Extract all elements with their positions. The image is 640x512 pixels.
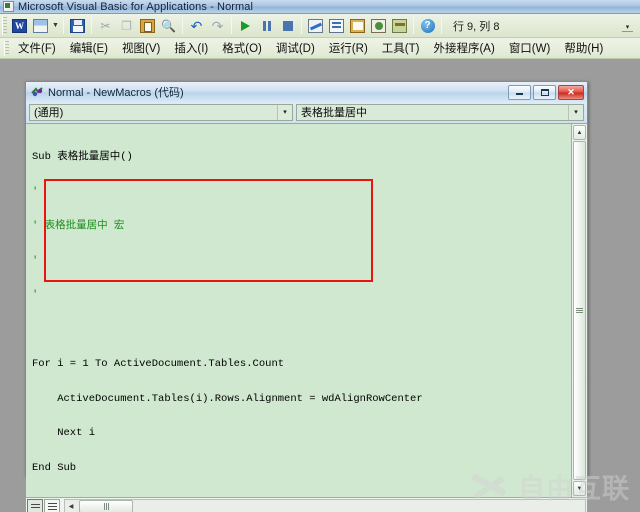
find-icon[interactable]: 🔍 — [158, 15, 179, 36]
menu-format[interactable]: 格式(O) — [215, 38, 269, 58]
toolbar-separator — [441, 17, 442, 34]
code-line: ActiveDocument.Tables(i).Rows.Alignment … — [32, 394, 571, 406]
code-window-titlebar[interactable]: Normal - NewMacros (代码) ✕ — [26, 82, 587, 102]
vertical-scrollbar-thumb[interactable] — [573, 141, 586, 480]
object-dropdown-value: (通用) — [34, 104, 63, 120]
module-icon — [31, 86, 44, 99]
toolbar-separator — [301, 17, 302, 34]
scroll-up-button[interactable]: ▲ — [573, 125, 586, 140]
code-line: Sub 表格批量居中() — [32, 152, 571, 164]
procedure-dropdown[interactable]: 表格批量居中 ▾ — [296, 104, 584, 121]
redo-icon[interactable]: ↷ — [207, 15, 228, 36]
save-icon[interactable] — [67, 15, 88, 36]
vba-app-icon — [3, 1, 14, 12]
menu-view[interactable]: 视图(V) — [115, 38, 167, 58]
copy-icon[interactable]: ❐ — [116, 15, 137, 36]
menu-window[interactable]: 窗口(W) — [502, 38, 558, 58]
code-line: ' — [32, 290, 571, 302]
menubar: 文件(F) 编辑(E) 视图(V) 插入(I) 格式(O) 调试(D) 运行(R… — [0, 38, 640, 59]
menu-run[interactable]: 运行(R) — [322, 38, 375, 58]
code-window-bottom-bar: ◀ — [26, 497, 587, 512]
menu-tools[interactable]: 工具(T) — [375, 38, 427, 58]
undo-icon[interactable]: ↶ — [186, 15, 207, 36]
vba-workspace: Normal - NewMacros (代码) ✕ (通用) ▾ 表格批量居中 … — [0, 59, 640, 512]
cut-icon[interactable]: ✂ — [95, 15, 116, 36]
stop-icon[interactable] — [277, 15, 298, 36]
code-line: For i = 1 To ActiveDocument.Tables.Count — [32, 359, 571, 371]
procedure-view-button[interactable] — [27, 499, 43, 512]
menubar-drag-handle[interactable] — [4, 41, 9, 56]
standard-toolbar: W ▼ ✂ ❐ 🔍 ↶ ↷ — [0, 14, 640, 38]
code-line — [32, 325, 571, 337]
code-line: ' — [32, 256, 571, 268]
minimize-button[interactable] — [508, 85, 531, 100]
chevron-down-icon[interactable]: ▾ — [568, 105, 583, 120]
code-window-dropdown-row: (通用) ▾ 表格批量居中 ▾ — [26, 102, 587, 123]
cursor-position-status: 行 9, 列 8 — [453, 18, 499, 34]
horizontal-scrollbar-thumb[interactable] — [79, 500, 133, 512]
code-window: Normal - NewMacros (代码) ✕ (通用) ▾ 表格批量居中 … — [25, 81, 588, 476]
code-line: End Sub — [32, 463, 571, 475]
close-button[interactable]: ✕ — [558, 85, 584, 100]
restore-button[interactable] — [533, 85, 556, 100]
toolbox-icon[interactable] — [389, 15, 410, 36]
toolbar-separator — [63, 17, 64, 34]
menu-file[interactable]: 文件(F) — [11, 38, 63, 58]
run-icon[interactable] — [235, 15, 256, 36]
toolbar-separator — [231, 17, 232, 34]
code-line: ' 表格批量居中 宏 — [32, 221, 571, 233]
code-editor-area: Sub 表格批量居中() ' ' 表格批量居中 宏 ' ' For i = 1 … — [26, 123, 587, 497]
insert-dropdown-arrow[interactable]: ▼ — [51, 15, 60, 36]
horizontal-scrollbar[interactable]: ◀ — [64, 499, 586, 512]
application-title: Microsoft Visual Basic for Applications … — [18, 1, 253, 13]
chevron-down-icon[interactable]: ▾ — [277, 105, 292, 120]
application-titlebar: Microsoft Visual Basic for Applications … — [0, 0, 640, 14]
pause-icon[interactable] — [256, 15, 277, 36]
code-window-title: Normal - NewMacros (代码) — [48, 84, 506, 100]
code-line: ' — [32, 187, 571, 199]
paste-icon[interactable] — [137, 15, 158, 36]
help-icon[interactable]: ? — [417, 15, 438, 36]
menu-insert[interactable]: 插入(I) — [167, 38, 215, 58]
menu-addins[interactable]: 外接程序(A) — [426, 38, 501, 58]
toolbar-separator — [182, 17, 183, 34]
vertical-scrollbar[interactable]: ▲ ▼ — [571, 124, 587, 497]
project-explorer-icon[interactable] — [326, 15, 347, 36]
procedure-dropdown-value: 表格批量居中 — [301, 104, 367, 120]
properties-window-icon[interactable] — [347, 15, 368, 36]
toolbar-drag-handle[interactable] — [2, 17, 7, 35]
menu-help[interactable]: 帮助(H) — [557, 38, 610, 58]
toolbar-separator — [91, 17, 92, 34]
insert-userform-icon[interactable] — [30, 15, 51, 36]
view-word-icon[interactable]: W — [9, 15, 30, 36]
toolbar-overflow-button[interactable]: ▾ — [622, 20, 633, 32]
design-mode-icon[interactable] — [305, 15, 326, 36]
code-text-editor[interactable]: Sub 表格批量居中() ' ' 表格批量居中 宏 ' ' For i = 1 … — [26, 124, 571, 497]
scroll-left-button[interactable]: ◀ — [65, 503, 77, 510]
object-dropdown[interactable]: (通用) ▾ — [29, 104, 293, 121]
menu-edit[interactable]: 编辑(E) — [63, 38, 115, 58]
full-module-view-button[interactable] — [44, 499, 60, 512]
toolbar-separator — [413, 17, 414, 34]
code-line: Next i — [32, 428, 571, 440]
menu-debug[interactable]: 调试(D) — [269, 38, 322, 58]
scroll-down-button[interactable]: ▼ — [573, 481, 586, 496]
object-browser-icon[interactable] — [368, 15, 389, 36]
